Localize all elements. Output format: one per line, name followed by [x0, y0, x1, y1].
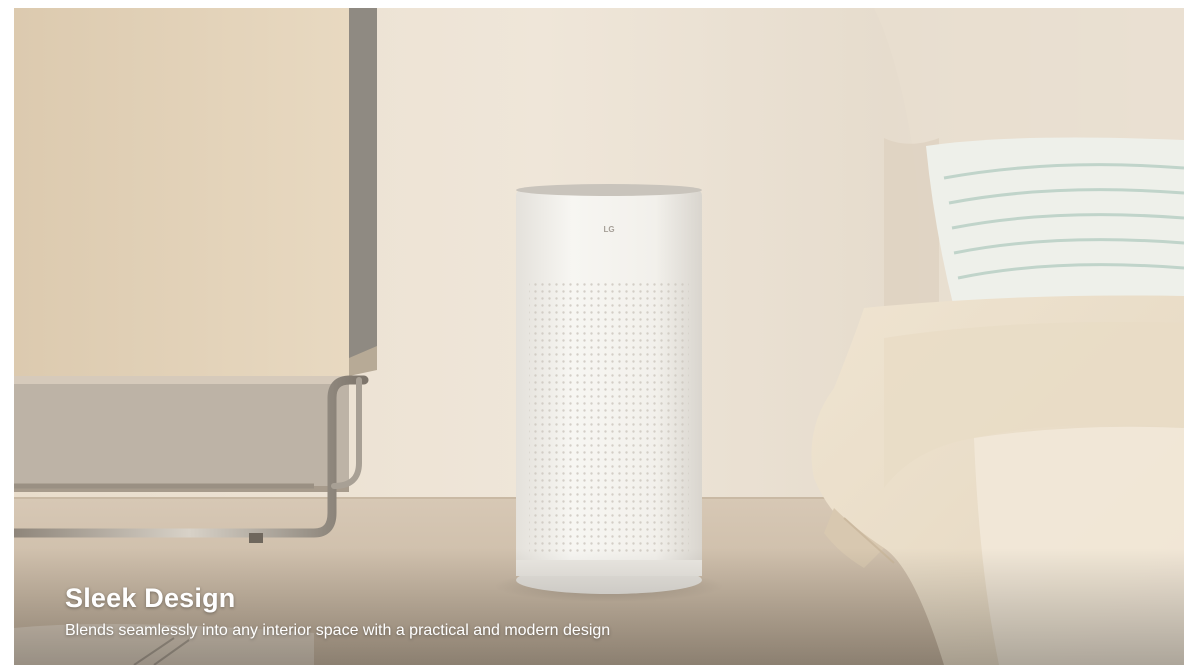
lg-logo-icon: LG: [603, 225, 614, 234]
cabinet: [14, 8, 377, 543]
air-purifier: LG: [516, 184, 702, 594]
caption-subtitle: Blends seamlessly into any interior spac…: [65, 622, 611, 639]
caption-title: Sleek Design: [65, 583, 236, 613]
bedroom-scene: LG: [14, 8, 1184, 665]
pillow: [926, 137, 1184, 308]
video-frame: LG Sleek Design Blends seamlessly into a…: [14, 8, 1184, 665]
video-caption: Sleek Design Blends seamlessly into any …: [65, 580, 610, 642]
